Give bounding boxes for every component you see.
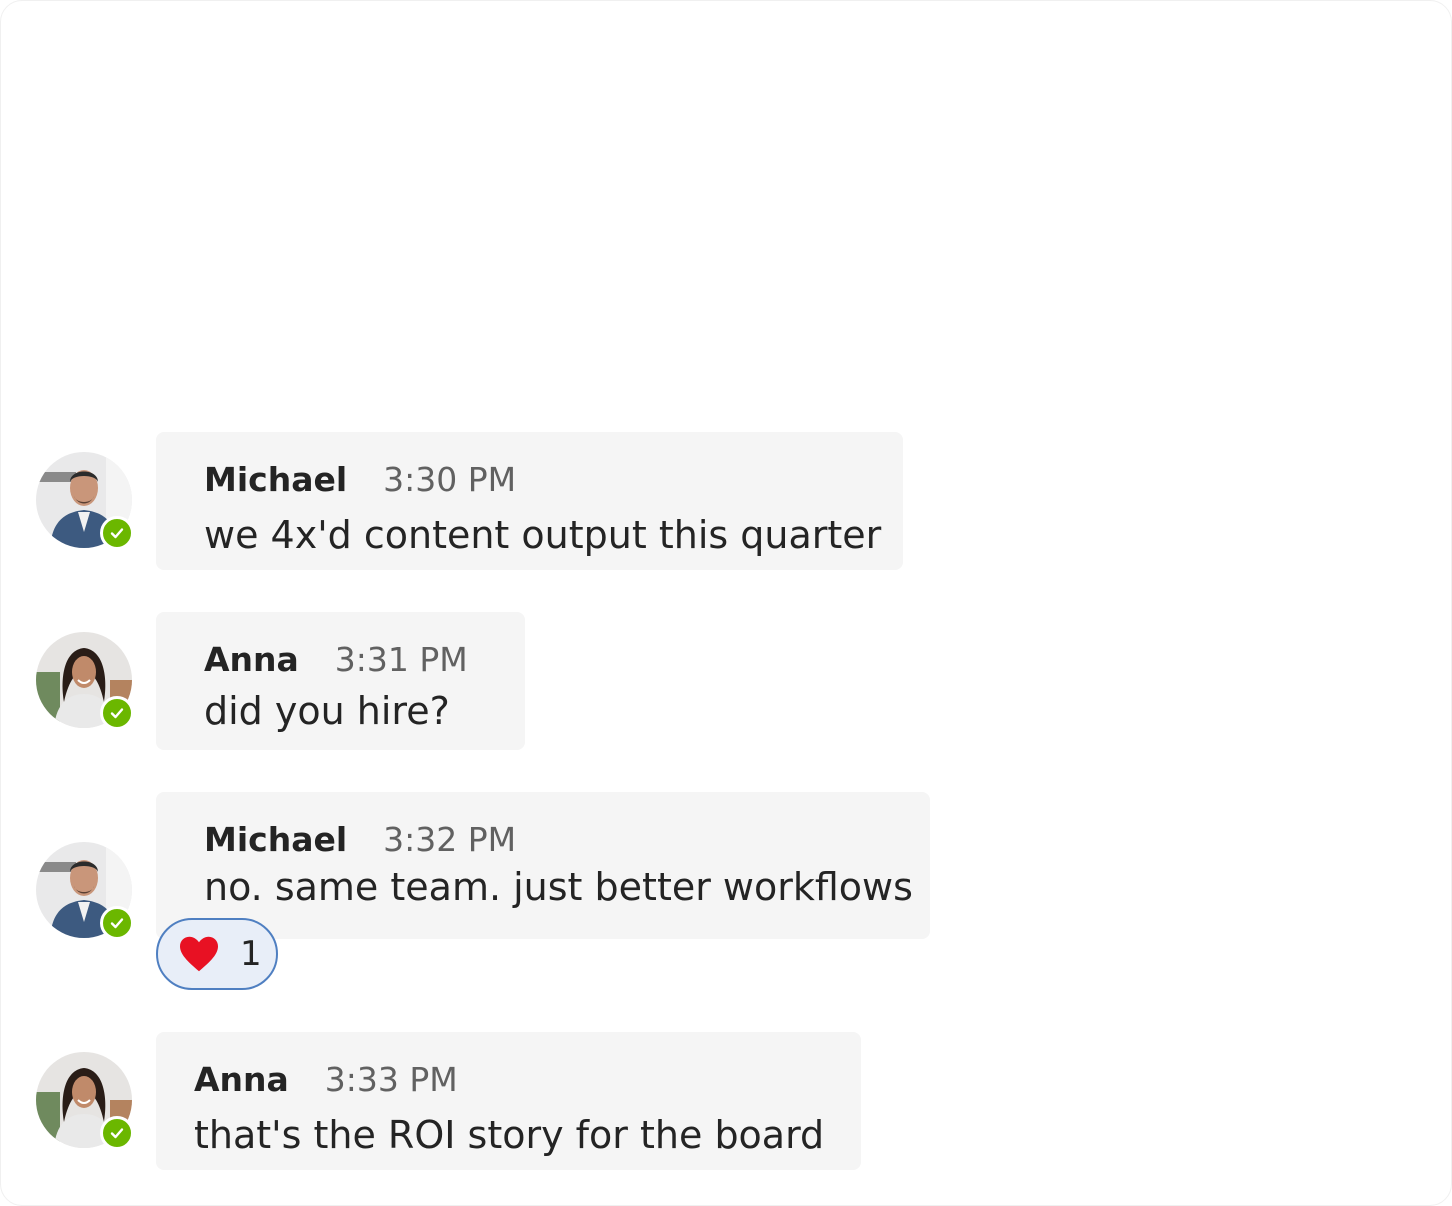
available-icon (100, 516, 134, 550)
sender-name: Anna (194, 1060, 289, 1099)
reaction-count: 1 (240, 934, 262, 974)
sender-name: Anna (204, 640, 299, 679)
message-bubble[interactable]: Michael 3:30 PM we 4x'd content output th… (156, 432, 903, 570)
sender-name: Michael (204, 460, 348, 499)
message-text: did you hire? (204, 689, 450, 733)
message-bubble[interactable]: Anna 3:33 PM that's the ROI story for the… (156, 1032, 861, 1170)
message-bubble[interactable]: Anna 3:31 PM did you hire? (156, 612, 525, 750)
message-timestamp: 3:31 PM (334, 640, 468, 679)
message-text: we 4x'd content output this quarter (204, 513, 882, 557)
avatar-anna[interactable] (36, 632, 134, 730)
message-row: Michael 3:32 PM no. same team. just bette… (0, 792, 1452, 992)
avatar-michael[interactable] (36, 842, 134, 940)
message-timestamp: 3:33 PM (324, 1060, 458, 1099)
message-row: Anna 3:31 PM did you hire? (0, 612, 1452, 752)
heart-icon (180, 936, 218, 972)
avatar-michael[interactable] (36, 452, 134, 550)
available-icon (100, 696, 134, 730)
avatar-anna[interactable] (36, 1052, 134, 1150)
message-timestamp: 3:30 PM (383, 460, 517, 499)
available-icon (100, 1116, 134, 1150)
message-row: Michael 3:30 PM we 4x'd content output th… (0, 432, 1452, 572)
chat-window (0, 0, 1452, 1206)
reaction-pill[interactable]: 1 (156, 918, 278, 990)
sender-name: Michael (204, 820, 348, 859)
message-bubble[interactable]: Michael 3:32 PM no. same team. just bette… (156, 792, 930, 939)
available-icon (100, 906, 134, 940)
message-row: Anna 3:33 PM that's the ROI story for the… (0, 1032, 1452, 1172)
message-timestamp: 3:32 PM (383, 820, 517, 859)
message-text: that's the ROI story for the board (194, 1113, 825, 1157)
message-text: no. same team. just better workflows (204, 865, 913, 909)
